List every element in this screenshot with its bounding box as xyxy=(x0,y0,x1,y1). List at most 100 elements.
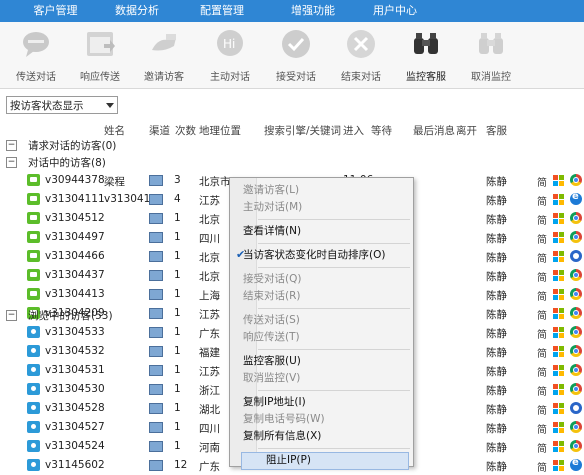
monitor-agent-button[interactable]: 监控客服 xyxy=(392,22,460,88)
visit-count: 1 xyxy=(174,440,181,452)
chrome-browser-icon xyxy=(570,288,582,300)
browsing-status-icon xyxy=(27,440,40,452)
context-menu-item[interactable]: 查看详情(N) xyxy=(243,223,411,240)
web-channel-icon xyxy=(149,403,163,414)
group-label: 请求对话的访客(0) xyxy=(28,140,117,152)
binoculars-gray-icon xyxy=(479,33,503,54)
cancel-monitor-button[interactable]: 取消监控 xyxy=(457,22,525,88)
col-channel[interactable]: 渠道 xyxy=(149,123,170,138)
proactive-chat-button[interactable]: Hi 主动对话 xyxy=(196,22,264,88)
visit-count: 1 xyxy=(174,402,181,414)
windows-icon xyxy=(553,251,564,262)
collapse-toggle-icon[interactable]: − xyxy=(6,140,17,151)
col-count[interactable]: 次数 xyxy=(175,123,196,138)
visit-count: 1 xyxy=(174,231,181,243)
windows-icon xyxy=(553,441,564,452)
agent-name: 陈静 xyxy=(486,195,507,207)
accept-check-icon xyxy=(282,30,310,58)
visitor-location: 北京市 xyxy=(199,176,231,188)
browsing-status-icon xyxy=(27,402,40,414)
col-search[interactable]: 搜索引擎/关键词 xyxy=(264,123,341,138)
agent-name: 陈静 xyxy=(486,214,507,226)
visitor-location: 江苏 xyxy=(199,195,220,207)
web-channel-icon xyxy=(149,346,163,357)
browsing-status-icon xyxy=(27,459,40,471)
end-chat-button[interactable]: 结束对话 xyxy=(327,22,395,88)
toolbar-label: 结束对话 xyxy=(341,72,381,83)
windows-icon xyxy=(553,403,564,414)
menu-separator xyxy=(258,243,410,244)
accept-chat-button[interactable]: 接受对话 xyxy=(262,22,330,88)
chrome-browser-icon xyxy=(570,364,582,376)
visitor-location: 四川 xyxy=(199,423,220,435)
chat-status-icon xyxy=(27,288,40,300)
collapse-toggle-icon[interactable]: − xyxy=(6,157,17,168)
visitor-id: v31145602 xyxy=(45,459,105,471)
agent-name: 陈静 xyxy=(486,423,507,435)
chat-status-icon xyxy=(27,250,40,262)
invite-visitor-button[interactable]: 邀请访客 xyxy=(130,22,198,88)
language-tag: 简 xyxy=(537,330,547,341)
col-name[interactable]: 姓名 xyxy=(104,123,125,138)
opera-browser-icon xyxy=(570,250,582,262)
context-menu-item[interactable]: 监控客服(U) xyxy=(243,353,411,370)
ie-browser-icon xyxy=(570,457,582,471)
visit-count: 12 xyxy=(174,459,188,471)
chat-status-icon xyxy=(27,231,40,243)
menu-separator xyxy=(258,267,410,268)
visitor-id: v31304524 xyxy=(45,440,105,452)
visitor-id: v31304533 xyxy=(45,326,105,338)
context-menu-item[interactable]: 阻止IP(P) xyxy=(266,452,434,469)
opera-browser-icon xyxy=(570,402,582,414)
transfer-chat-button[interactable]: 传送对话 xyxy=(2,22,70,88)
windows-icon xyxy=(553,327,564,338)
visit-count: 1 xyxy=(174,269,181,281)
context-menu-item: 传送对话(S) xyxy=(243,314,300,326)
visitor-location: 广东 xyxy=(199,461,220,473)
menu-data-analysis[interactable]: 数据分析 xyxy=(111,0,163,22)
menu-enhanced-features[interactable]: 增强功能 xyxy=(281,0,345,22)
col-wait[interactable]: 等待 xyxy=(371,123,392,138)
hi-chat-icon: Hi xyxy=(217,30,243,56)
toolbar-label: 主动对话 xyxy=(210,72,250,83)
col-location[interactable]: 地理位置 xyxy=(199,123,241,138)
web-channel-icon xyxy=(149,289,163,300)
chrome-browser-icon xyxy=(570,212,582,224)
collapse-toggle-icon[interactable]: − xyxy=(6,310,17,321)
col-leave[interactable]: 离开 xyxy=(456,123,477,138)
visitor-location: 浙江 xyxy=(199,385,220,397)
context-menu-item[interactable]: 复制所有信息(X) xyxy=(243,428,411,445)
context-menu-item[interactable]: 当访客状态变化时自动排序(O) xyxy=(243,247,411,264)
visitor-group[interactable]: − 请求对话的访客(0) xyxy=(0,137,584,154)
respond-transfer-button[interactable]: 响应传送 xyxy=(66,22,134,88)
chat-status-icon xyxy=(27,174,40,186)
menu-config-management[interactable]: 配置管理 xyxy=(163,0,281,22)
visit-count: 1 xyxy=(174,212,181,224)
top-menu-bar: 客户管理 数据分析 配置管理 增强功能 用户中心 xyxy=(0,0,584,22)
status-filter-select[interactable]: 按访客状态显示 xyxy=(6,96,118,114)
context-menu-item: 响应传送(T) xyxy=(243,331,300,343)
col-enter[interactable]: 进入 xyxy=(343,123,364,138)
windows-icon xyxy=(553,460,564,471)
toolbar-label: 邀请访客 xyxy=(144,72,184,83)
windows-icon xyxy=(553,346,564,357)
visitor-location: 福建 xyxy=(199,347,220,359)
context-menu-item: 结束对话(R) xyxy=(243,290,301,302)
web-channel-icon xyxy=(149,422,163,433)
menu-separator xyxy=(258,219,410,220)
col-agent[interactable]: 客服 xyxy=(486,123,507,138)
context-menu-item: 复制电话号码(W) xyxy=(243,413,325,425)
visitor-id: v31304530 xyxy=(45,383,105,395)
agent-name: 陈静 xyxy=(486,442,507,454)
context-menu-item[interactable]: 复制IP地址(I) xyxy=(243,394,411,411)
chrome-browser-icon xyxy=(570,231,582,243)
visitor-group[interactable]: − 对话中的访客(8) xyxy=(0,154,584,171)
menu-customer-management[interactable]: 客户管理 xyxy=(0,0,111,22)
windows-icon xyxy=(553,384,564,395)
web-channel-icon xyxy=(149,270,163,281)
visitor-id: v31304512 xyxy=(45,212,105,224)
toolbar-label: 监控客服 xyxy=(406,72,446,83)
menu-user-center[interactable]: 用户中心 xyxy=(345,0,445,22)
col-last-message[interactable]: 最后消息 xyxy=(413,123,455,138)
visitor-name: v313041 xyxy=(104,193,151,205)
